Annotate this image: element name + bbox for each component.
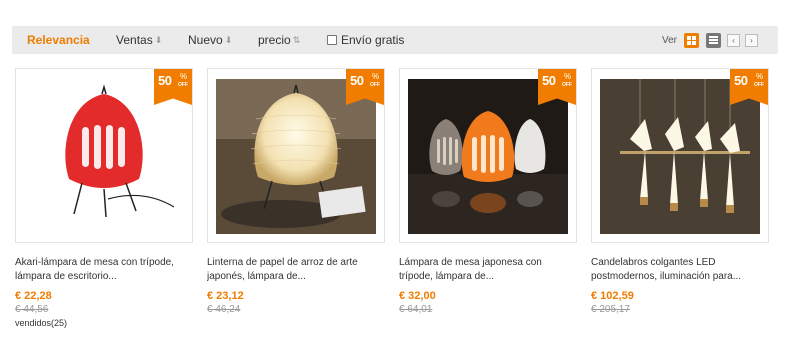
sort-relevance[interactable]: Relevancia: [27, 33, 90, 47]
product-price: € 102,59: [591, 290, 634, 302]
discount-off-label: OFF: [562, 82, 572, 88]
percent-symbol: %: [564, 72, 572, 81]
sort-relevance-label: Relevancia: [27, 33, 90, 47]
sort-precio-label: precio: [258, 33, 291, 47]
product-card[interactable]: 50 % OFF Lámpara de mesa japonesa con tr…: [399, 68, 577, 318]
next-page-button[interactable]: ›: [745, 33, 758, 47]
product-image[interactable]: 50 % OFF: [15, 68, 193, 243]
sort-precio[interactable]: precio ⇅: [258, 33, 300, 47]
free-shipping-filter[interactable]: Envío gratis: [327, 33, 404, 47]
discount-off-label: OFF: [370, 82, 380, 88]
discount-percent: 50: [542, 73, 556, 88]
product-price: € 22,28: [15, 290, 52, 302]
discount-off-label: OFF: [754, 82, 764, 88]
product-price: € 23,12: [207, 290, 244, 302]
percent-symbol: %: [372, 72, 380, 81]
discount-percent: 50: [734, 73, 748, 88]
view-label: Ver: [662, 34, 678, 46]
discount-percent: 50: [158, 73, 172, 88]
sort-nuevo[interactable]: Nuevo ⬇: [188, 33, 232, 47]
product-card[interactable]: 50 % OFF Linterna de papel de arroz de a…: [207, 68, 385, 318]
sort-nuevo-label: Nuevo: [188, 33, 223, 47]
discount-off-label: OFF: [178, 82, 188, 88]
product-card[interactable]: 50 % OFF Akari-lámpara de mesa con trípo…: [15, 68, 193, 328]
product-title[interactable]: Lámpara de mesa japonesa con trípode, lá…: [399, 256, 577, 284]
grid-view-icon[interactable]: [684, 32, 699, 48]
product-title[interactable]: Linterna de papel de arroz de arte japon…: [207, 256, 385, 284]
product-old-price: € 64,01: [399, 304, 433, 315]
sort-updown-icon: ⇅: [292, 34, 301, 45]
discount-percent: 50: [350, 73, 364, 88]
product-price: € 32,00: [399, 290, 436, 302]
free-shipping-checkbox[interactable]: [327, 35, 337, 45]
product-title[interactable]: Akari-lámpara de mesa con trípode, lámpa…: [15, 256, 193, 284]
percent-symbol: %: [180, 72, 188, 81]
sort-ventas-label: Ventas: [116, 33, 153, 47]
free-shipping-label: Envío gratis: [341, 33, 405, 47]
arrow-down-icon: ⬇: [154, 34, 163, 45]
product-image[interactable]: 50 % OFF: [399, 68, 577, 243]
product-old-price: € 205,17: [591, 304, 630, 315]
product-sold-count: vendidos(25): [15, 318, 68, 328]
product-image[interactable]: 50 % OFF: [207, 68, 385, 243]
prev-page-button[interactable]: ‹: [727, 33, 740, 47]
sort-ventas[interactable]: Ventas ⬇: [116, 33, 162, 47]
product-old-price: € 46,24: [207, 304, 241, 315]
product-card[interactable]: 50 % OFF Candelabros colgantes LED postm…: [591, 68, 769, 318]
product-old-price: € 44,56: [15, 304, 49, 315]
sort-bar: Relevancia Ventas ⬇ Nuevo ⬇ precio ⇅ Envío …: [12, 26, 778, 54]
list-view-icon[interactable]: [706, 32, 721, 48]
product-title[interactable]: Candelabros colgantes LED postmodernos, …: [591, 256, 769, 284]
arrow-down-icon: ⬇: [224, 34, 233, 45]
product-image[interactable]: 50 % OFF: [591, 68, 769, 243]
percent-symbol: %: [756, 72, 764, 81]
